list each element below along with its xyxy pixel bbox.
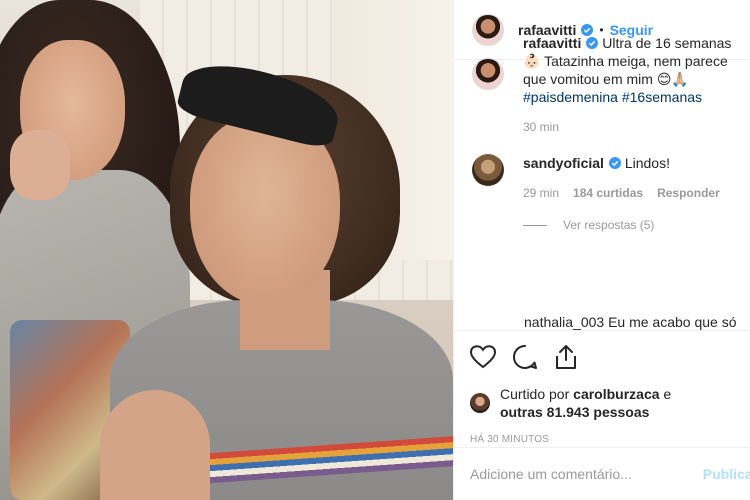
comment-body: sandyoficial Lindos! 29 min 184 curtidas… xyxy=(523,154,732,200)
comment-text: Lindos! xyxy=(624,155,670,171)
comments-scroll-area[interactable]: rafaavitti Ultra de 16 semanas 👶🏻 Tatazi… xyxy=(454,0,750,330)
caption-row: rafaavitti Ultra de 16 semanas 👶🏻 Tatazi… xyxy=(472,34,732,134)
partial-comment: nathalia_003 Eu me acabo que só xyxy=(524,314,737,330)
liker-avatar[interactable] xyxy=(470,393,490,413)
likes-summary: Curtido por carolburzaca e outras 81.943… xyxy=(470,385,734,421)
instagram-post: rafaavitti • Seguir rafaavitti Ultra de … xyxy=(0,0,750,500)
verified-badge-icon xyxy=(608,157,621,169)
comment-input[interactable] xyxy=(470,466,703,482)
caption-avatar[interactable] xyxy=(472,58,504,90)
caption-time[interactable]: 30 min xyxy=(523,120,559,134)
likes-prefix: Curtido por xyxy=(500,386,570,402)
view-replies-label: Ver respostas (5) xyxy=(563,218,655,232)
man-arm xyxy=(100,390,210,500)
liker-username[interactable]: carolburzaca xyxy=(573,386,659,402)
likes-connector: e xyxy=(663,386,672,402)
post-timestamp[interactable]: HÁ 30 MINUTOS xyxy=(470,434,734,445)
post-side-panel: rafaavitti • Seguir rafaavitti Ultra de … xyxy=(453,0,750,500)
post-actions: Curtido por carolburzaca e outras 81.943… xyxy=(454,330,750,445)
heart-icon[interactable] xyxy=(470,345,496,369)
post-photo[interactable] xyxy=(0,0,453,500)
comment-username[interactable]: sandyoficial xyxy=(523,155,604,171)
commenter-avatar[interactable] xyxy=(472,154,504,186)
comment-row: sandyoficial Lindos! 29 min 184 curtidas… xyxy=(472,154,732,200)
comment-icon[interactable] xyxy=(512,344,538,370)
comments-list: rafaavitti Ultra de 16 semanas 👶🏻 Tatazi… xyxy=(454,0,750,330)
likes-text: Curtido por carolburzaca e outras 81.943… xyxy=(500,385,671,421)
reply-button[interactable]: Responder xyxy=(657,186,720,200)
verified-badge-icon xyxy=(586,37,599,49)
caption-text-block: rafaavitti Ultra de 16 semanas 👶🏻 Tatazi… xyxy=(523,34,732,106)
share-icon[interactable] xyxy=(554,344,578,370)
caption-hashtags[interactable]: #paisdemenina #16semanas xyxy=(523,89,702,105)
woman-hand xyxy=(10,130,70,200)
comment-text-block: sandyoficial Lindos! xyxy=(523,154,732,172)
action-icons xyxy=(470,343,734,371)
caption-username[interactable]: rafaavitti xyxy=(523,35,581,51)
comment-time[interactable]: 29 min xyxy=(523,186,559,200)
add-comment-bar: Publicar xyxy=(454,447,750,500)
view-replies-button[interactable]: Ver respostas (5) xyxy=(523,218,732,232)
comment-likes[interactable]: 184 curtidas xyxy=(573,186,643,200)
publish-button[interactable]: Publicar xyxy=(703,466,750,482)
comment-meta: 29 min 184 curtidas Responder xyxy=(523,186,732,200)
likes-others[interactable]: outras 81.943 pessoas xyxy=(500,404,649,420)
caption-meta: 30 min xyxy=(523,120,732,134)
replies-line xyxy=(523,224,547,226)
caption-body: rafaavitti Ultra de 16 semanas 👶🏻 Tatazi… xyxy=(523,34,732,134)
